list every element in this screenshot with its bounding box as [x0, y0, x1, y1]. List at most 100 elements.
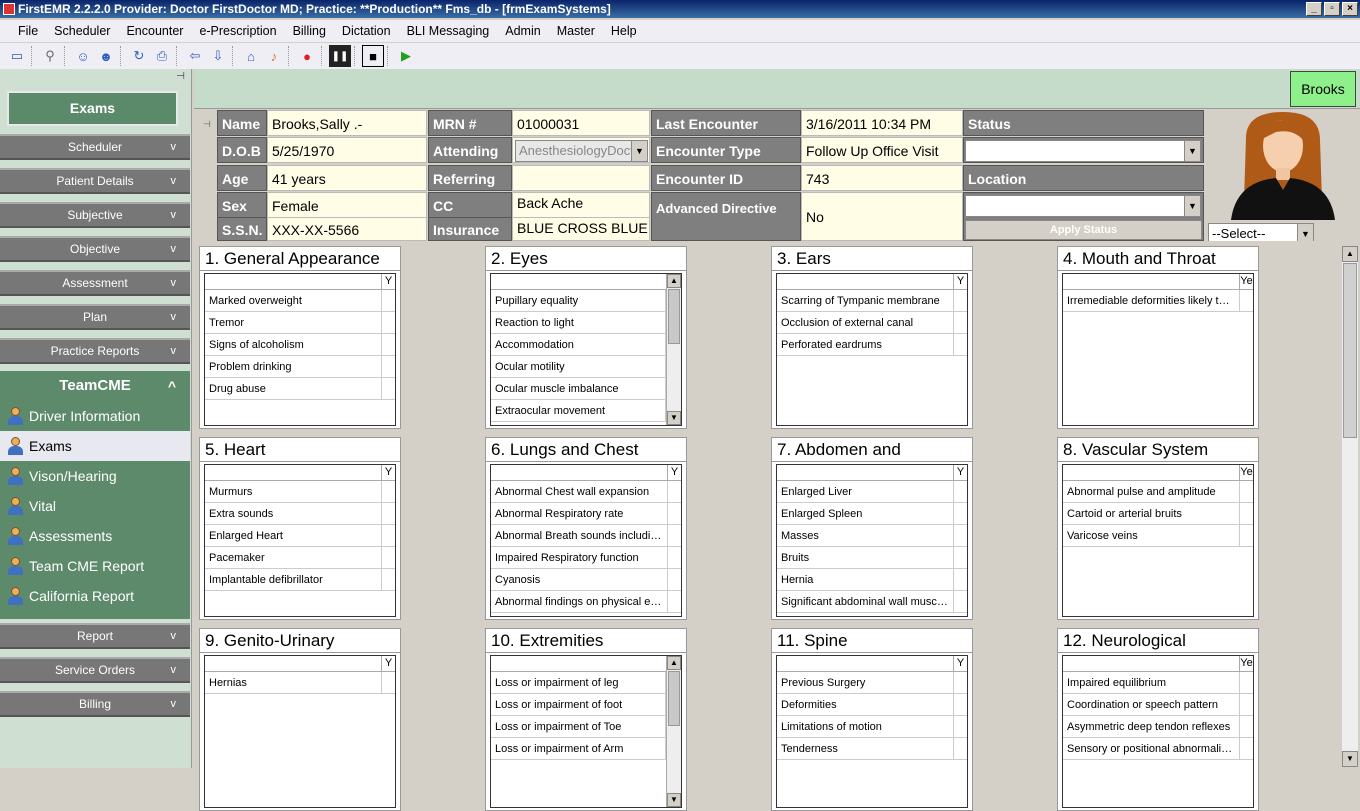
menu-e-prescription[interactable]: e-Prescription	[191, 24, 284, 38]
sidebar-section-report[interactable]: Report v	[0, 623, 190, 649]
list-item[interactable]: Extra sounds	[205, 503, 395, 525]
list-item[interactable]: Coordination or speech pattern	[1063, 694, 1253, 716]
scroll-down-icon[interactable]: ▼	[1342, 751, 1358, 767]
menu-scheduler[interactable]: Scheduler	[46, 24, 118, 38]
exam-findings-list[interactable]: Ye Irremediable deformities likely to int…	[1062, 273, 1254, 426]
sidebar-section-patient-details[interactable]: Patient Details v	[0, 168, 190, 194]
record-icon[interactable]: ●	[296, 45, 318, 67]
list-item[interactable]: Marked overweight	[205, 290, 395, 312]
list-item[interactable]: Problem drinking	[205, 356, 395, 378]
pause-icon[interactable]: ❚❚	[329, 45, 351, 67]
apply-status-button[interactable]: Apply Status	[965, 220, 1202, 240]
sidebar-section-service-orders[interactable]: Service Orders v	[0, 657, 190, 683]
list-item[interactable]: Abnormal pulse and amplitude	[1063, 481, 1253, 503]
monitor-icon[interactable]: ▭	[6, 45, 28, 67]
exam-findings-list[interactable]: Y Marked overweight Tremor Signs of alcohol…	[204, 273, 396, 426]
list-item[interactable]: Asymmetric deep tendon reflexes	[1063, 716, 1253, 738]
sidebar-section-billing[interactable]: Billing v	[0, 691, 190, 717]
list-item[interactable]: Pupillary equality	[491, 290, 681, 312]
menu-master[interactable]: Master	[549, 24, 603, 38]
sidebar-section-scheduler[interactable]: Scheduler v	[0, 134, 190, 160]
list-item[interactable]: Drug abuse	[205, 378, 395, 400]
list-item[interactable]: Ocular motility	[491, 356, 681, 378]
sidebar-section-plan[interactable]: Plan v	[0, 304, 190, 330]
attending-select[interactable]: AnesthesiologyDoct ▼	[515, 140, 648, 162]
scroll-thumb[interactable]	[668, 671, 680, 726]
users-icon[interactable]: ☻	[95, 45, 117, 67]
exam-findings-list[interactable]: Ye Abnormal pulse and amplitude Cartoid or…	[1062, 464, 1254, 617]
list-item[interactable]: Accommodation	[491, 334, 681, 356]
teamcme-item-driver-information[interactable]: Driver Information	[0, 401, 190, 431]
teamcme-item-exams[interactable]: Exams	[0, 431, 190, 461]
scroll-thumb[interactable]	[668, 289, 680, 344]
teamcme-item-assessments[interactable]: Assessments	[0, 521, 190, 551]
minimize-button[interactable]: _	[1306, 2, 1322, 16]
maximize-button[interactable]: ▫	[1324, 2, 1340, 16]
list-item[interactable]: Implantable defibrillator	[205, 569, 395, 591]
list-item[interactable]: Cyanosis	[491, 569, 681, 591]
refresh-icon[interactable]: ↻	[128, 45, 150, 67]
menu-encounter[interactable]: Encounter	[118, 24, 191, 38]
exam-findings-list[interactable]: Y Previous Surgery Deformities Limitations …	[776, 655, 968, 808]
list-item[interactable]: Reaction to light	[491, 312, 681, 334]
teamcme-item-team-cme-report[interactable]: Team CME Report	[0, 551, 190, 581]
play-icon[interactable]: ▶	[395, 45, 417, 67]
list-item[interactable]: Varicose veins	[1063, 525, 1253, 547]
exam-findings-list[interactable]: Pupillary equality Reaction to light Accom…	[490, 273, 682, 426]
scroll-down-icon[interactable]: ▼	[667, 793, 681, 807]
list-item[interactable]: Irremediable deformities likely to int..…	[1063, 290, 1253, 312]
list-item[interactable]: Tenderness	[777, 738, 967, 760]
sidebar-section-practice-reports[interactable]: Practice Reports v	[0, 338, 190, 364]
home-icon[interactable]: ⌂	[240, 45, 262, 67]
status-select[interactable]: ▼	[965, 140, 1201, 162]
sidebar-section-subjective[interactable]: Subjective v	[0, 202, 190, 228]
list-item[interactable]: Enlarged Spleen	[777, 503, 967, 525]
stop-icon[interactable]: ■	[362, 45, 384, 67]
teamcme-header[interactable]: TeamCME ^	[0, 371, 190, 401]
list-item[interactable]: Significant abdominal wall muscle ...	[777, 591, 967, 613]
search-icon[interactable]: ⚲	[39, 45, 61, 67]
list-item[interactable]: Loss or impairment of leg	[491, 672, 681, 694]
pin-icon[interactable]: ⊣	[176, 71, 185, 82]
list-item[interactable]: Deformities	[777, 694, 967, 716]
add-user-icon[interactable]: ☺	[72, 45, 94, 67]
list-scrollbar[interactable]: ▲ ▼	[666, 274, 681, 425]
list-item[interactable]: Bruits	[777, 547, 967, 569]
print-icon[interactable]: ⎙	[151, 45, 173, 67]
exam-findings-list[interactable]: Y Scarring of Tympanic membrane Occlusion …	[776, 273, 968, 426]
list-item[interactable]: Extraocular movement	[491, 400, 681, 422]
list-item[interactable]: Abnormal Breath sounds including ...	[491, 525, 681, 547]
exam-findings-list[interactable]: Y Hernias	[204, 655, 396, 808]
exam-findings-list[interactable]: Y Abnormal Chest wall expansion Abnormal R…	[490, 464, 682, 617]
list-item[interactable]: Masses	[777, 525, 967, 547]
list-item[interactable]: Hernias	[205, 672, 395, 694]
scroll-up-icon[interactable]: ▲	[1342, 246, 1358, 262]
list-item[interactable]: Enlarged Liver	[777, 481, 967, 503]
menu-admin[interactable]: Admin	[497, 24, 548, 38]
close-button[interactable]: ×	[1342, 2, 1358, 16]
list-item[interactable]: Murmurs	[205, 481, 395, 503]
teamcme-item-vison-hearing[interactable]: Vison/Hearing	[0, 461, 190, 491]
sidebar-section-objective[interactable]: Objective v	[0, 236, 190, 262]
list-item[interactable]: Ocular muscle imbalance	[491, 378, 681, 400]
exam-findings-list[interactable]: Loss or impairment of leg Loss or impairm…	[490, 655, 682, 808]
scroll-down-icon[interactable]: ▼	[667, 411, 681, 425]
menu-file[interactable]: File	[10, 24, 46, 38]
menu-dictation[interactable]: Dictation	[334, 24, 399, 38]
list-item[interactable]: Sensory or positional abnormalities	[1063, 738, 1253, 760]
pin-icon[interactable]: ⊣	[203, 119, 211, 130]
list-item[interactable]: Loss or impairment of Arm	[491, 738, 681, 760]
list-scrollbar[interactable]: ▲ ▼	[666, 656, 681, 807]
audio-icon[interactable]: ♪	[263, 45, 285, 67]
list-item[interactable]: Abnormal Chest wall expansion	[491, 481, 681, 503]
download-icon[interactable]: ⇩	[207, 45, 229, 67]
location-select[interactable]: ▼	[965, 195, 1201, 217]
exam-findings-list[interactable]: Y Enlarged Liver Enlarged Spleen Masses Brui…	[776, 464, 968, 617]
list-item[interactable]: Enlarged Heart	[205, 525, 395, 547]
scroll-up-icon[interactable]: ▲	[667, 656, 681, 670]
exams-button[interactable]: Exams	[7, 91, 178, 126]
list-item[interactable]: Occlusion of external canal	[777, 312, 967, 334]
list-item[interactable]: Previous Surgery	[777, 672, 967, 694]
scroll-up-icon[interactable]: ▲	[667, 274, 681, 288]
list-item[interactable]: Perforated eardrums	[777, 334, 967, 356]
